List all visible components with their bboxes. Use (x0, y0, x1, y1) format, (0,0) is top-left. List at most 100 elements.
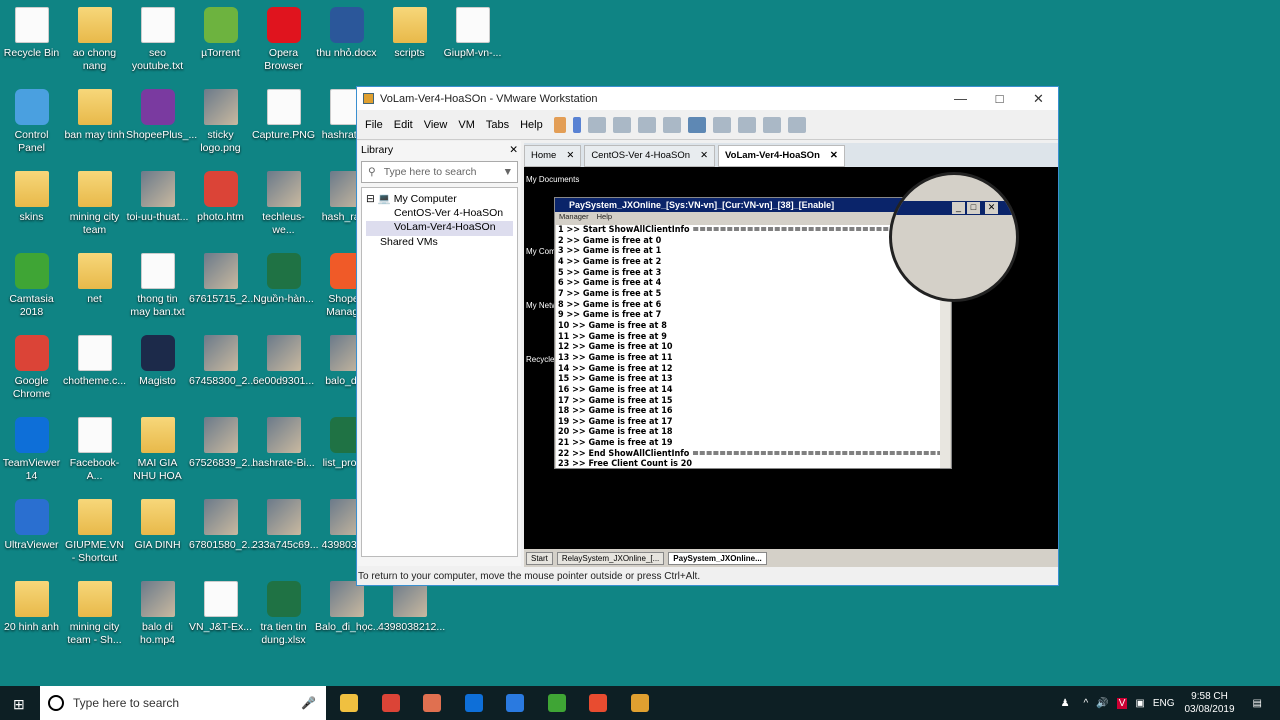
desktop-icon[interactable]: Google Chrome (0, 331, 63, 401)
desktop-icon[interactable]: hashrate-Bi... (252, 413, 315, 470)
desktop-icon[interactable]: 67458300_2... (189, 331, 256, 388)
chrome-profile-icon[interactable] (423, 694, 441, 712)
desktop-icon[interactable]: skins (0, 167, 63, 224)
cortana-icon[interactable] (48, 695, 64, 711)
paysystem-maximize-button[interactable]: □ (967, 202, 980, 214)
library-close-icon[interactable]: ✕ (509, 144, 518, 156)
chevron-up-icon[interactable]: ^ (1084, 698, 1089, 709)
guest-start-button[interactable]: Start (526, 551, 553, 565)
guest-icon-my-documents[interactable]: My Documents (526, 175, 579, 184)
desktop-icon[interactable]: VN_J&T-Ex... (189, 577, 252, 634)
desktop-icon[interactable]: ao chong nang (63, 3, 126, 73)
guest-task-pay[interactable]: PaySystem_JXOnline... (668, 551, 767, 565)
teamviewer-icon[interactable] (464, 694, 483, 712)
desktop-icon[interactable]: 233a745c69... (252, 495, 319, 552)
pause-icon[interactable] (553, 116, 566, 133)
people-icon[interactable]: ♟ (1061, 698, 1070, 709)
clock[interactable]: 9:58 CH 03/08/2019 (1184, 690, 1234, 716)
unity-icon[interactable] (762, 116, 781, 133)
desktop-icon[interactable]: Camtasia 2018 (0, 249, 63, 319)
language-indicator[interactable]: ENG (1153, 698, 1175, 709)
desktop-icon[interactable]: ShopeePlus_... (126, 85, 197, 142)
microphone-icon[interactable]: 🎤 (301, 696, 316, 710)
file-explorer-icon[interactable] (340, 694, 358, 712)
snapshot-manager-icon[interactable] (662, 116, 681, 133)
volume-icon[interactable]: 🔊 (1096, 698, 1108, 709)
menu-manager[interactable]: Manager (559, 212, 589, 221)
desktop-icon[interactable]: Capture.PNG (252, 85, 315, 142)
desktop-icon[interactable]: tra tien tin dung.xlsx (252, 577, 315, 647)
tree-my-computer[interactable]: ⊟ 💻 My Computer (366, 192, 513, 207)
menu-vm[interactable]: VM (458, 119, 475, 131)
desktop-icon[interactable]: thong tin may ban.txt (126, 249, 189, 319)
desktop-icon[interactable]: techleus-we... (252, 167, 315, 237)
desktop-icon[interactable]: TeamViewer 14 (0, 413, 63, 483)
paysystem-minimize-button[interactable]: _ (952, 202, 965, 214)
paysystem-close-button[interactable]: ✕ (985, 202, 998, 214)
menu-edit[interactable]: Edit (394, 119, 413, 131)
desktop-icon[interactable]: Nguồn-hàn... (252, 249, 315, 306)
menu-view[interactable]: View (424, 119, 448, 131)
desktop-icon[interactable]: 67615715_2... (189, 249, 256, 306)
desktop-icon[interactable]: mining city team - Sh... (63, 577, 126, 647)
minimize-button[interactable]: — (941, 91, 980, 107)
desktop-icon[interactable]: net (63, 249, 126, 306)
desktop-icon[interactable]: thu nhỏ.docx (315, 3, 378, 60)
camtasia-icon[interactable] (547, 694, 566, 712)
menu-tabs[interactable]: Tabs (486, 119, 509, 131)
dropdown-icon[interactable]: ▼ (503, 166, 513, 178)
vm-console[interactable]: My Documents My Computer My Network Plac… (524, 167, 1058, 549)
tree-vm-centos[interactable]: CentOS-Ver 4-HoaSOn (366, 207, 513, 222)
desktop-icon[interactable]: Facebook-A... (63, 413, 126, 483)
network-icon[interactable]: ▣ (1135, 698, 1144, 709)
vmware-icon[interactable] (630, 694, 649, 712)
send-keys-icon[interactable] (587, 116, 606, 133)
menu-help[interactable]: Help (520, 119, 543, 131)
chrome-icon[interactable] (381, 694, 400, 712)
camtasia-recorder-icon[interactable] (589, 694, 607, 712)
tab-home[interactable]: Home ✕ (524, 145, 582, 167)
guest-task-relay[interactable]: RelaySystem_JXOnline_[... (556, 551, 665, 565)
maximize-button[interactable]: □ (980, 91, 1019, 107)
desktop-icon[interactable]: sticky logo.png (189, 85, 252, 155)
desktop-icon[interactable]: photo.htm (189, 167, 252, 224)
desktop-icon[interactable]: 6e00d9301... (252, 331, 315, 388)
snapshot-icon[interactable] (612, 116, 631, 133)
desktop-icon[interactable]: UltraViewer (0, 495, 63, 552)
notifications-icon[interactable]: ▤ (1253, 698, 1262, 709)
antivirus-icon[interactable]: V (1116, 697, 1128, 709)
desktop-icon[interactable]: 20 hinh anh (0, 577, 63, 634)
tab-volam[interactable]: VoLam-Ver4-HoaSOn ✕ (718, 145, 845, 167)
taskbar-search-input[interactable]: Type here to search 🎤 (40, 686, 326, 720)
tab-centos[interactable]: CentOS-Ver 4-HoaSOn ✕ (584, 145, 716, 167)
zalo-icon[interactable] (506, 694, 524, 712)
desktop-icon[interactable]: scripts (378, 3, 441, 60)
console-view-icon[interactable] (787, 116, 806, 133)
full-screen-icon[interactable] (737, 116, 756, 133)
desktop-icon[interactable]: 67526839_2... (189, 413, 256, 470)
revert-snapshot-icon[interactable] (637, 116, 656, 133)
tree-shared-vms[interactable]: Shared VMs (366, 236, 513, 251)
desktop-icon[interactable]: µTorrent (189, 3, 252, 60)
desktop-icon[interactable]: MAI GIA NHU HOA (126, 413, 189, 483)
desktop-icon[interactable]: GIA DINH (126, 495, 189, 552)
menu-file[interactable]: File (365, 119, 383, 131)
desktop-icon[interactable]: 67801580_2... (189, 495, 256, 552)
menu-help[interactable]: Help (597, 212, 612, 221)
desktop-icon[interactable]: Opera Browser (252, 3, 315, 73)
desktop-icon[interactable]: toi-uu-thuat... (126, 167, 189, 224)
desktop-icon[interactable]: mining city team (63, 167, 126, 237)
tree-vm-volam[interactable]: VoLam-Ver4-HoaSOn (366, 221, 513, 236)
close-button[interactable]: ✕ (1019, 91, 1058, 107)
library-toggle-icon[interactable] (687, 116, 706, 133)
desktop-icon[interactable]: balo di ho.mp4 (126, 577, 189, 647)
desktop-icon[interactable]: Magisto (126, 331, 189, 388)
library-search-input[interactable]: ⚲ Type here to search ▼ (361, 161, 518, 183)
desktop-icon[interactable]: GIUPME.VN - Shortcut (63, 495, 126, 565)
desktop-icon[interactable]: seo youtube.txt (126, 3, 189, 73)
desktop-icon[interactable]: GiupM-vn-... (441, 3, 504, 60)
thumbnail-bar-icon[interactable] (712, 116, 731, 133)
desktop-icon[interactable]: ban may tinh (63, 85, 126, 142)
windows-start-icon[interactable]: ⊞ (13, 696, 25, 713)
desktop-icon[interactable]: Control Panel (0, 85, 63, 155)
